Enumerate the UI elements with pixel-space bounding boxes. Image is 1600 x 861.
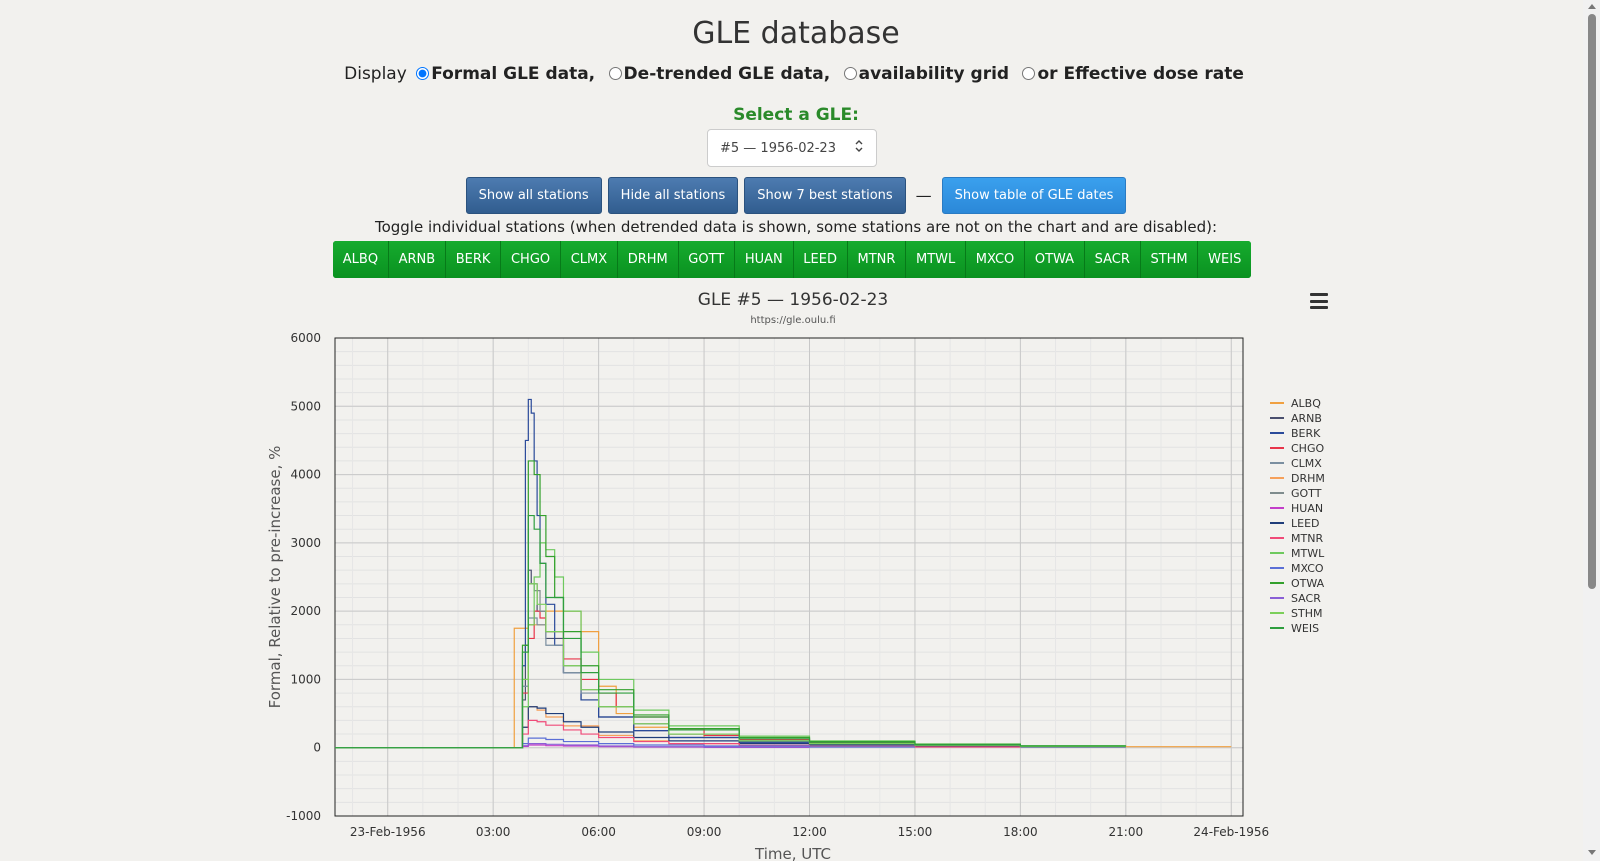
- legend-item-clmx[interactable]: CLMX: [1291, 457, 1322, 470]
- y-tick-label: 4000: [290, 468, 321, 482]
- x-tick-label: 06:00: [581, 825, 616, 839]
- plot-border: [334, 337, 1244, 817]
- series-line-arnb: [335, 569, 1126, 749]
- station-toggle-gott[interactable]: GOTT: [678, 241, 736, 278]
- chart-title: GLE #5 — 1956-02-23: [698, 290, 888, 310]
- scroll-up-icon[interactable]: [1588, 4, 1596, 9]
- legend-item-mtnr[interactable]: MTNR: [1291, 532, 1323, 545]
- gle-select-value: #5 — 1956-02-23: [720, 140, 836, 156]
- station-toggle-chgo[interactable]: CHGO: [501, 241, 561, 278]
- action-buttons: Show all stations Hide all stations Show…: [0, 177, 1592, 214]
- legend-item-sacr[interactable]: SACR: [1291, 592, 1321, 605]
- station-toggle-clmx[interactable]: CLMX: [560, 241, 618, 278]
- station-toggle-mtwl[interactable]: MTWL: [906, 241, 967, 278]
- page-title: GLE database: [692, 16, 900, 51]
- legend-item-leed[interactable]: LEED: [1291, 517, 1320, 530]
- scroll-thumb[interactable]: [1588, 14, 1596, 589]
- y-tick-label: 6000: [290, 331, 321, 345]
- y-tick-label: 1000: [290, 672, 321, 686]
- station-toggle-huan[interactable]: HUAN: [735, 241, 794, 278]
- series-line-mtwl: [335, 542, 1126, 749]
- series-line-berk: [335, 398, 1126, 749]
- gle-chart: GLE #5 — 1956-02-23 https://gle.oulu.fi -1…: [266, 290, 1325, 861]
- series-line-leed: [335, 706, 1126, 749]
- legend-item-huan[interactable]: HUAN: [1291, 502, 1323, 515]
- station-toggle-arnb[interactable]: ARNB: [388, 241, 446, 278]
- station-toggle-drhm[interactable]: DRHM: [617, 241, 679, 278]
- dose-rate-label[interactable]: or Effective dose rate: [1037, 64, 1243, 84]
- legend-item-gott[interactable]: GOTT: [1291, 487, 1322, 500]
- separator: —: [915, 186, 932, 205]
- select-gle-label: Select a GLE:: [733, 105, 859, 125]
- series-line-weis: [335, 514, 1126, 749]
- y-tick-label: 5000: [290, 399, 321, 413]
- legend-item-mxco[interactable]: MXCO: [1291, 562, 1324, 575]
- legend-item-drhm[interactable]: DRHM: [1291, 472, 1325, 485]
- y-axis-label: Formal, Relative to pre-increase, %: [266, 446, 284, 709]
- series-line-otwa: [335, 460, 1126, 749]
- station-toggle-berk[interactable]: BERK: [445, 241, 502, 278]
- x-tick-label: 12:00: [792, 825, 827, 839]
- x-axis-label: Time, UTC: [754, 845, 831, 861]
- legend-item-mtwl[interactable]: MTWL: [1291, 547, 1325, 560]
- legend-item-sthm[interactable]: STHM: [1291, 607, 1322, 620]
- station-toggle-weis[interactable]: WEIS: [1198, 241, 1251, 278]
- legend-item-berk[interactable]: BERK: [1291, 427, 1321, 440]
- x-tick-label: 03:00: [476, 825, 511, 839]
- legend-item-weis[interactable]: WEIS: [1291, 622, 1319, 635]
- station-toggle-sthm[interactable]: STHM: [1140, 241, 1199, 278]
- dose-rate-radio[interactable]: [1022, 67, 1036, 80]
- legend-item-arnb[interactable]: ARNB: [1291, 412, 1322, 425]
- x-tick-label: 15:00: [898, 825, 933, 839]
- detrended-data-label[interactable]: De-trended GLE data,: [624, 64, 831, 84]
- x-tick-label: 09:00: [687, 825, 722, 839]
- x-tick-label: 24-Feb-1956: [1193, 825, 1269, 839]
- y-tick-label: -1000: [286, 809, 321, 823]
- toggle-help-text: Toggle individual stations (when detrend…: [374, 218, 1218, 236]
- formal-data-radio[interactable]: [416, 67, 430, 80]
- display-mode-selector: Display Formal GLE data, De-trended GLE …: [0, 64, 1592, 84]
- chart-menu-icon[interactable]: [1307, 291, 1331, 311]
- station-toggle-leed[interactable]: LEED: [793, 241, 848, 278]
- chevron-down-icon: [854, 140, 864, 156]
- gle-select-dropdown[interactable]: #5 — 1956-02-23: [707, 129, 877, 167]
- scroll-down-icon[interactable]: [1588, 850, 1596, 855]
- detrended-data-radio[interactable]: [608, 67, 622, 80]
- station-toggle-albq[interactable]: ALBQ: [333, 241, 389, 278]
- hide-all-stations-button[interactable]: Hide all stations: [607, 177, 739, 214]
- formal-data-label[interactable]: Formal GLE data,: [431, 64, 595, 84]
- availability-grid-radio[interactable]: [843, 67, 857, 80]
- x-tick-label: 23-Feb-1956: [350, 825, 426, 839]
- legend-item-chgo[interactable]: CHGO: [1291, 442, 1324, 455]
- y-tick-label: 3000: [290, 536, 321, 550]
- show-table-button[interactable]: Show table of GLE dates: [941, 177, 1127, 214]
- legend-item-otwa[interactable]: OTWA: [1291, 577, 1325, 590]
- display-prefix: Display: [344, 64, 407, 84]
- x-tick-label: 21:00: [1109, 825, 1144, 839]
- station-toggle-mxco[interactable]: MXCO: [966, 241, 1026, 278]
- chart-subtitle: https://gle.oulu.fi: [750, 315, 835, 326]
- station-toggle-otwa[interactable]: OTWA: [1025, 241, 1085, 278]
- y-tick-label: 2000: [290, 604, 321, 618]
- station-toggle-mtnr[interactable]: MTNR: [847, 241, 907, 278]
- show-all-stations-button[interactable]: Show all stations: [465, 177, 602, 214]
- legend-item-albq[interactable]: ALBQ: [1291, 397, 1321, 410]
- y-tick-label: 0: [313, 741, 321, 755]
- station-toggle-group: ALBQ ARNB BERK CHGO CLMX DRHM GOTT HUAN LEED MTNR…: [333, 241, 1251, 278]
- x-tick-label: 18:00: [1003, 825, 1038, 839]
- scrollbar[interactable]: [1583, 0, 1600, 861]
- availability-grid-label[interactable]: availability grid: [859, 64, 1009, 84]
- show-best-stations-button[interactable]: Show 7 best stations: [744, 177, 906, 214]
- station-toggle-sacr[interactable]: SACR: [1084, 241, 1141, 278]
